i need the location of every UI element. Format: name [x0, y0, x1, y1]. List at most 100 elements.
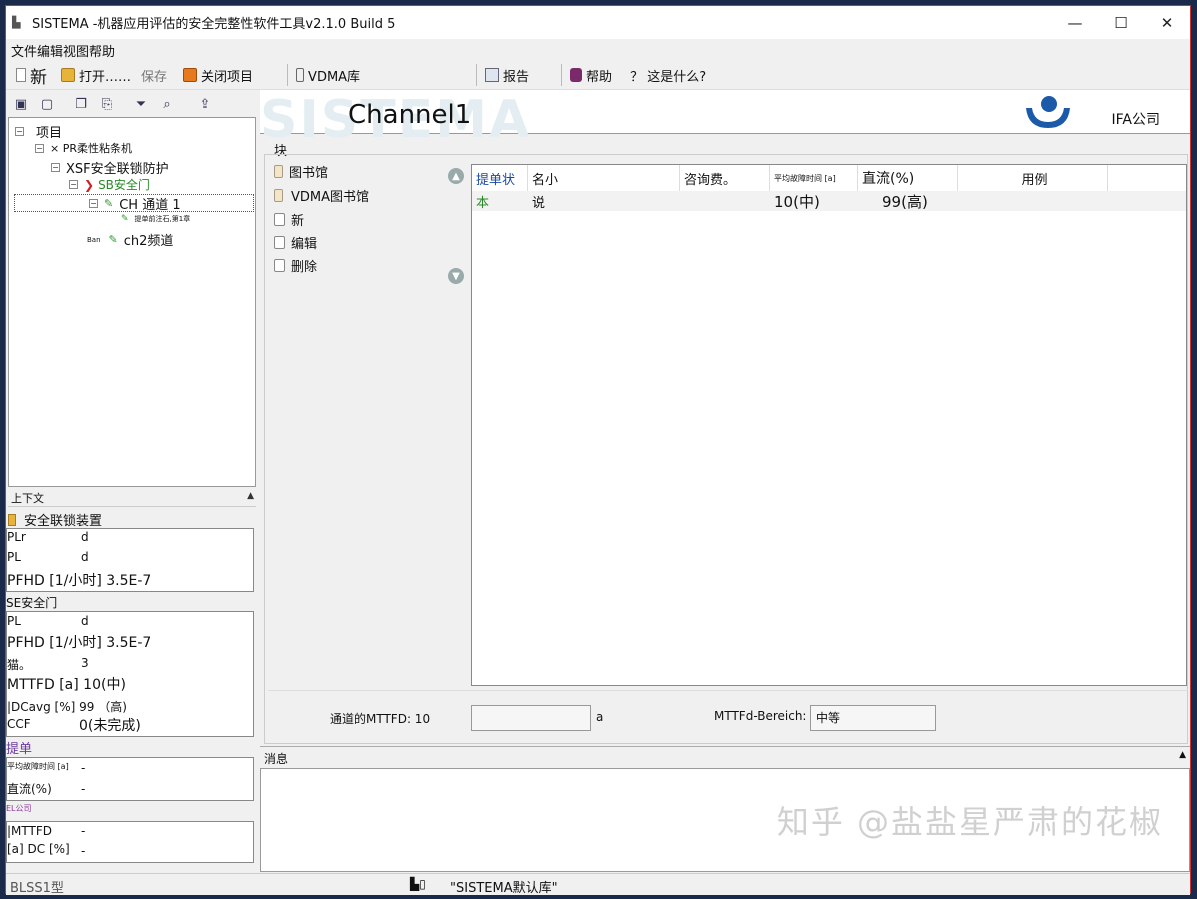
close-icon[interactable]: ✕: [1144, 6, 1190, 39]
row-usage: [958, 191, 1108, 211]
el-dc-label: [a] DC [%]: [7, 842, 70, 856]
se-title: SE安全门: [6, 596, 58, 610]
leaf-icon: ✎: [121, 214, 129, 224]
device-title: 安全联锁装置: [8, 510, 102, 529]
close-project-button[interactable]: 关闭项目: [179, 63, 257, 87]
window-title: SISTEMA -机器应用评估的安全完整性软件工具v2.1.0 Build 5: [32, 17, 396, 32]
leaf-icon: ✎: [108, 233, 118, 246]
mttf-small-value: -: [81, 761, 86, 775]
vdma-library-button[interactable]: VDMA库: [292, 63, 472, 87]
messages-header: 消息 ▲: [260, 746, 1190, 768]
bottle-icon: [274, 189, 283, 202]
report-button[interactable]: 报告: [481, 63, 557, 87]
edit-block-button[interactable]: 编辑: [274, 233, 317, 252]
device-info-box: PLr d PL d PFHD [1/小时] 3.5E-7: [6, 528, 254, 592]
mttfd-unit: a: [596, 710, 604, 724]
row-mttf: 10(中): [774, 192, 820, 211]
help-button[interactable]: 帮助: [566, 63, 616, 87]
open-button[interactable]: 打开……: [57, 63, 135, 87]
collapse-icon[interactable]: −: [89, 198, 98, 208]
app-window: ▙ SISTEMA -机器应用评估的安全完整性软件工具v2.1.0 Build …: [5, 5, 1191, 896]
tree-item-ch2[interactable]: Ban ✎ ch2频道: [87, 230, 173, 249]
new-button[interactable]: 新: [12, 63, 51, 88]
maximize-icon[interactable]: ☐: [1098, 6, 1144, 39]
add-element-icon[interactable]: ▣: [12, 95, 30, 113]
edit-icon: [274, 236, 285, 249]
open-folder-icon: [61, 68, 75, 82]
filter-icon[interactable]: ⏷: [132, 95, 150, 113]
menu-bar[interactable]: 文件编辑视图帮助: [6, 39, 1190, 61]
ifa-logo-icon: [1026, 96, 1070, 128]
se-pl-value: d: [81, 614, 89, 628]
column-header-name[interactable]: 名小: [528, 165, 680, 191]
ccf-label: CCF: [7, 717, 31, 731]
messages-area: 知乎 @盐盐星严肃的花椒: [260, 768, 1190, 872]
menu-label[interactable]: 文件编辑视图帮助: [11, 41, 115, 60]
collapse-icon[interactable]: −: [35, 143, 44, 153]
help-book-icon: [570, 68, 583, 82]
tidan-title: 提单: [6, 742, 33, 757]
collapse-up-icon[interactable]: ▲: [247, 491, 254, 501]
column-header-mttf[interactable]: 平均故障时间 [a]: [770, 165, 858, 191]
status-left: BLSS1型: [10, 881, 64, 896]
title-bar: ▙ SISTEMA -机器应用评估的安全完整性软件工具v2.1.0 Build …: [6, 6, 1190, 39]
add-sub-element-icon[interactable]: ▢: [38, 95, 56, 113]
dcavg-value: |DCavg [%] 99 （高): [7, 700, 127, 714]
move-down-arrow-icon[interactable]: ▼: [448, 268, 464, 284]
se-pl-label: PL: [7, 614, 21, 628]
blocks-table: 提单状 名小 咨询费。 平均故障时间 [a] 直流(%) 用例 本 说 10(中…: [471, 164, 1187, 686]
row-status: 本: [476, 195, 490, 211]
context-header: 上下文 ▲: [8, 490, 256, 507]
move-up-icon[interactable]: ⇪: [196, 95, 214, 113]
el-mttfd-label: |MTTFD: [7, 824, 52, 838]
column-header-fee[interactable]: 咨询费。: [680, 165, 770, 191]
dc-label: 直流(%): [7, 782, 52, 796]
bottle-icon: [274, 165, 283, 178]
plr-value: d: [81, 530, 89, 544]
el-mttfd-value: -: [81, 824, 86, 838]
cat-value: 3: [81, 656, 89, 670]
collapse-up-icon[interactable]: ▲: [1179, 750, 1186, 760]
el-box: |MTTFD - [a] DC [%] -: [6, 821, 254, 863]
tree-item-xsf[interactable]: − XSF安全联锁防护: [51, 158, 169, 177]
library-item[interactable]: 图书馆: [274, 162, 328, 181]
close-project-icon: [183, 68, 198, 82]
tree-item-ch1[interactable]: − ✎ CH 通道 1: [14, 194, 254, 213]
mttfd-value: MTTFD [a] 10(中): [7, 677, 126, 693]
table-row[interactable]: 本 说 10(中) 99(高): [472, 191, 1186, 211]
collapse-icon[interactable]: −: [15, 127, 24, 136]
plr-label: PLr: [7, 530, 26, 544]
collapse-icon[interactable]: −: [51, 163, 60, 172]
library-status-icon: ▙▯: [410, 877, 426, 891]
column-header-dc[interactable]: 直流(%): [858, 165, 958, 191]
mttfd-range-label: MTTFd-Bereich:: [714, 709, 807, 723]
vdma-library-item[interactable]: VDMA图书馆: [274, 186, 369, 205]
tree-toolbar: ▣ ▢ ❐ ⎘ ⏷ ⌕ ⇪: [6, 91, 258, 117]
column-header-usage[interactable]: 用例: [958, 165, 1108, 191]
row-dc: 99(高): [882, 192, 928, 211]
new-icon: [274, 213, 285, 226]
delete-block-button[interactable]: 删除: [274, 256, 317, 275]
tree-item-project[interactable]: − 项目: [15, 122, 62, 141]
tree-item-sub[interactable]: ✎ 提单前注石,第1章: [121, 214, 190, 224]
search-icon[interactable]: ⌕: [158, 95, 176, 113]
device-icon: [8, 513, 16, 526]
column-header-status[interactable]: 提单状: [472, 165, 528, 191]
se-info-box: PL d PFHD [1/小时] 3.5E-7 猫。 3 MTTFD [a] 1…: [6, 611, 254, 737]
move-up-arrow-icon[interactable]: ▲: [448, 168, 464, 184]
minimize-icon[interactable]: —: [1052, 6, 1098, 39]
window-controls: — ☐ ✕: [1052, 6, 1190, 39]
save-button[interactable]: 保存: [137, 63, 171, 87]
report-icon: [485, 68, 500, 82]
tree-item-sb[interactable]: − ❯ SB安全门: [69, 176, 150, 193]
se-pfhd-value: PFHD [1/小时] 3.5E-7: [7, 635, 152, 651]
new-block-button[interactable]: 新: [274, 210, 304, 229]
collapse-icon[interactable]: −: [69, 180, 78, 189]
row-name: 说: [532, 195, 546, 211]
mttfd-input[interactable]: [471, 705, 591, 731]
delete-icon: [274, 259, 285, 272]
paste-icon[interactable]: ⎘: [98, 95, 116, 113]
whats-this-button[interactable]: ？ 这是什么?: [626, 63, 710, 87]
copy-icon[interactable]: ❐: [72, 95, 90, 113]
tree-item-pr[interactable]: − × PR柔性粘条机: [35, 140, 132, 156]
